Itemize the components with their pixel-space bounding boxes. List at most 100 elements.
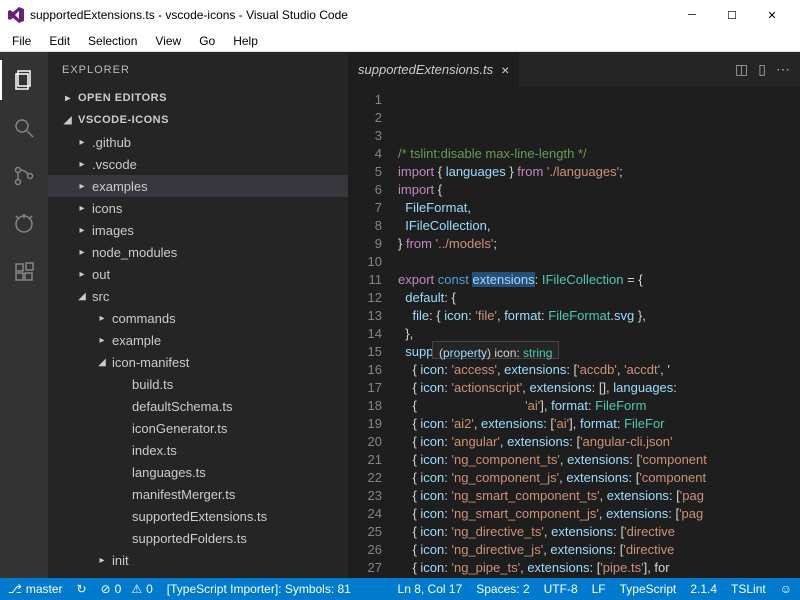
code-line[interactable]: import {: [398, 181, 800, 199]
git-branch-status[interactable]: ⎇ master: [8, 582, 63, 596]
tree-item-node-modules[interactable]: ▸node_modules: [48, 241, 348, 263]
code-line[interactable]: { icon: 'angular', extensions: ['angular…: [398, 433, 800, 451]
activity-bar: [0, 52, 48, 578]
code-editor[interactable]: 1234567891011121314151617181920212223242…: [348, 87, 800, 578]
line-number: 19: [348, 415, 382, 433]
window-controls: ─ ☐ ✕: [672, 0, 792, 30]
tree-item-init[interactable]: ▸init: [48, 549, 348, 571]
close-window-button[interactable]: ✕: [752, 0, 792, 30]
chevron-right-icon: ▸: [76, 203, 88, 214]
tree-item--vscode[interactable]: ▸ .vscode: [48, 153, 348, 175]
code-line[interactable]: } from '../models';: [398, 235, 800, 253]
menu-view[interactable]: View: [147, 32, 189, 50]
section-label: OPEN EDITORS: [78, 92, 167, 104]
line-number: 12: [348, 289, 382, 307]
encoding-status[interactable]: UTF-8: [544, 582, 578, 596]
menu-help[interactable]: Help: [225, 32, 266, 50]
menu-file[interactable]: File: [4, 32, 39, 50]
line-number: 22: [348, 469, 382, 487]
line-number: 24: [348, 505, 382, 523]
tree-item-supportedfolders-ts[interactable]: supportedFolders.ts: [48, 527, 348, 549]
tree-item-manifestmerger-ts[interactable]: manifestMerger.ts: [48, 483, 348, 505]
minimize-button[interactable]: ─: [672, 0, 712, 30]
menu-go[interactable]: Go: [191, 32, 223, 50]
debug-activity-icon[interactable]: [0, 204, 48, 244]
line-number: 15: [348, 343, 382, 361]
code-line[interactable]: { icon: 'ng_pipe_ts', extensions: ['pipe…: [398, 559, 800, 577]
tree-item-label: icons: [92, 201, 122, 216]
code-line[interactable]: IFileCollection,: [398, 217, 800, 235]
code-line[interactable]: { icon: 'ng_directive_js', extensions: […: [398, 541, 800, 559]
cursor-position-status[interactable]: Ln 8, Col 17: [398, 582, 463, 596]
ts-importer-status[interactable]: [TypeScript Importer]: Symbols: 81: [167, 582, 351, 596]
editor-group: supportedExtensions.ts × ◫ ▯ ⋯ 123456789…: [348, 52, 800, 578]
tab-supported-extensions[interactable]: supportedExtensions.ts ×: [348, 52, 519, 87]
indentation-status[interactable]: Spaces: 2: [476, 582, 529, 596]
project-section[interactable]: ◢ VSCODE-ICONS: [48, 109, 348, 131]
menu-edit[interactable]: Edit: [41, 32, 78, 50]
tree-item-images[interactable]: ▸images: [48, 219, 348, 241]
code-line[interactable]: /* tslint:disable max-line-length */: [398, 145, 800, 163]
scm-activity-icon[interactable]: [0, 156, 48, 196]
code-line[interactable]: import { languages } from './languages';: [398, 163, 800, 181]
tslint-status[interactable]: TSLint: [731, 582, 766, 596]
code-line[interactable]: default: {: [398, 289, 800, 307]
code-line[interactable]: export const extensions: IFileCollection…: [398, 271, 800, 289]
chevron-right-icon: ▸: [76, 159, 88, 170]
menu-selection[interactable]: Selection: [80, 32, 145, 50]
toggle-layout-icon[interactable]: ▯: [758, 61, 766, 78]
line-number: 2: [348, 109, 382, 127]
code-line[interactable]: { icon: 'ng_directive_ts', extensions: […: [398, 523, 800, 541]
tree-item-label: index.ts: [132, 443, 177, 458]
code-line[interactable]: { icon: 'access', extensions: ['accdb', …: [398, 361, 800, 379]
code-line[interactable]: { icon: 'ai2', extensions: ['ai'], forma…: [398, 415, 800, 433]
explorer-activity-icon[interactable]: [0, 60, 48, 100]
code-line[interactable]: { icon: 'ng_smart_component_ts', extensi…: [398, 487, 800, 505]
code-line[interactable]: { icon: 'actionscript', extensions: [], …: [398, 379, 800, 397]
tree-item-label: .github: [92, 135, 131, 150]
sync-status[interactable]: ↻: [77, 582, 87, 596]
code-line[interactable]: { icon: 'ng_smart_component_js', extensi…: [398, 505, 800, 523]
tree-item-label: images: [92, 223, 134, 238]
language-status[interactable]: TypeScript: [620, 582, 677, 596]
tree-item-index-ts[interactable]: index.ts: [48, 439, 348, 461]
eol-status[interactable]: LF: [592, 582, 606, 596]
tree-item-label: build.ts: [132, 377, 173, 392]
open-editors-section[interactable]: ▸ OPEN EDITORS: [48, 87, 348, 109]
code-content[interactable]: /* tslint:disable max-line-length */impo…: [398, 87, 800, 578]
editor-actions: ◫ ▯ ⋯: [725, 61, 800, 78]
tree-item-commands[interactable]: ▸commands: [48, 307, 348, 329]
tree-item-icongenerator-ts[interactable]: iconGenerator.ts: [48, 417, 348, 439]
code-line[interactable]: [398, 253, 800, 271]
tree-item-label: .vscode: [92, 157, 137, 172]
tree-item-out[interactable]: ▸out: [48, 263, 348, 285]
ts-version-status[interactable]: 2.1.4: [690, 582, 717, 596]
tree-item-icon-manifest[interactable]: ◢icon-manifest: [48, 351, 348, 373]
tree-item-supportedextensions-ts[interactable]: supportedExtensions.ts: [48, 505, 348, 527]
code-line[interactable]: FileFormat,: [398, 199, 800, 217]
feedback-icon[interactable]: ☺: [780, 582, 792, 596]
tab-label: supportedExtensions.ts: [358, 62, 493, 77]
search-activity-icon[interactable]: [0, 108, 48, 148]
tree-item-examples[interactable]: ▸examples: [48, 175, 348, 197]
extensions-activity-icon[interactable]: [0, 252, 48, 292]
maximize-button[interactable]: ☐: [712, 0, 752, 30]
tree-item-src[interactable]: ◢src: [48, 285, 348, 307]
code-line[interactable]: { icon: 'ng_component_js', extensions: […: [398, 469, 800, 487]
errors-status[interactable]: ⊘0 ⚠0: [101, 582, 153, 596]
split-editor-icon[interactable]: ◫: [735, 61, 748, 78]
tree-item-example[interactable]: ▸example: [48, 329, 348, 351]
tree-item-languages-ts[interactable]: languages.ts: [48, 461, 348, 483]
more-actions-icon[interactable]: ⋯: [776, 61, 790, 78]
tree-item-build-ts[interactable]: build.ts: [48, 373, 348, 395]
close-tab-icon[interactable]: ×: [501, 62, 509, 78]
code-line[interactable]: { icon: 'ng_component_ts', extensions: […: [398, 451, 800, 469]
code-line[interactable]: file: { icon: 'file', format: FileFormat…: [398, 307, 800, 325]
explorer-sidebar: EXPLORER ▸ OPEN EDITORS ◢ VSCODE-ICONS ▸…: [48, 52, 348, 578]
code-line[interactable]: { icon: 'ng_pipe_js', extensions: ['pipe…: [398, 577, 800, 578]
chevron-right-icon: ▸: [76, 181, 88, 192]
tree-item-icons[interactable]: ▸ icons: [48, 197, 348, 219]
code-line[interactable]: { 'ai'], format: FileForm: [398, 397, 800, 415]
tree-item--github[interactable]: ▸.github: [48, 131, 348, 153]
tree-item-defaultschema-ts[interactable]: defaultSchema.ts: [48, 395, 348, 417]
